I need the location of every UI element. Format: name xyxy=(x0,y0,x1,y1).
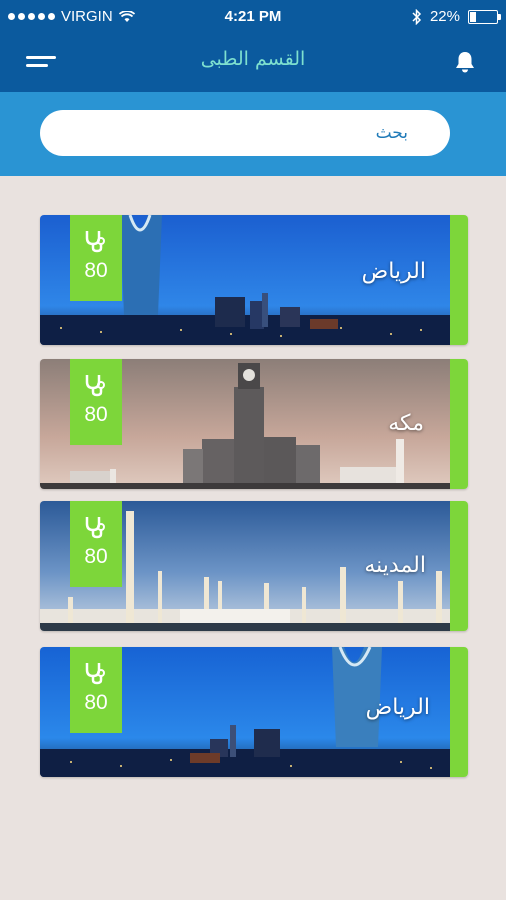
city-card-riyadh-2[interactable]: 80 الرياض xyxy=(40,647,468,777)
accent-strip xyxy=(450,215,468,345)
battery-group: 22% xyxy=(412,8,501,25)
count-badge: 80 xyxy=(70,501,122,587)
stethoscope-icon xyxy=(85,663,105,685)
city-card-makkah[interactable]: 80 مكه xyxy=(40,359,468,489)
city-name: مكه xyxy=(388,411,424,436)
city-name: الرياض xyxy=(361,259,426,284)
accent-strip xyxy=(450,359,468,489)
page-title: القسم الطبى xyxy=(200,48,306,70)
count-badge: 80 xyxy=(70,359,122,445)
bell-icon[interactable] xyxy=(454,50,476,74)
count-value: 80 xyxy=(84,691,108,714)
stethoscope-icon xyxy=(85,231,105,253)
stethoscope-icon xyxy=(85,375,105,397)
app-header: القسم الطبى xyxy=(0,34,506,92)
count-value: 80 xyxy=(84,259,108,282)
search-band xyxy=(0,92,506,176)
status-bar: VIRGIN 4:21 PM 22% xyxy=(0,0,506,34)
stethoscope-icon xyxy=(85,517,105,539)
accent-strip xyxy=(450,501,468,631)
count-value: 80 xyxy=(84,403,108,426)
bluetooth-icon xyxy=(412,8,422,25)
city-card-madinah[interactable]: 80 المدينه xyxy=(40,501,468,631)
count-value: 80 xyxy=(84,545,108,568)
count-badge: 80 xyxy=(70,215,122,301)
search-input[interactable] xyxy=(40,110,450,156)
battery-icon xyxy=(468,9,501,24)
city-name: المدينه xyxy=(364,553,426,578)
city-card-riyadh[interactable]: 80 الرياض xyxy=(40,215,468,345)
accent-strip xyxy=(450,647,468,777)
battery-percent: 22% xyxy=(429,8,460,25)
count-badge: 80 xyxy=(70,647,122,733)
city-name: الرياض xyxy=(365,695,430,720)
